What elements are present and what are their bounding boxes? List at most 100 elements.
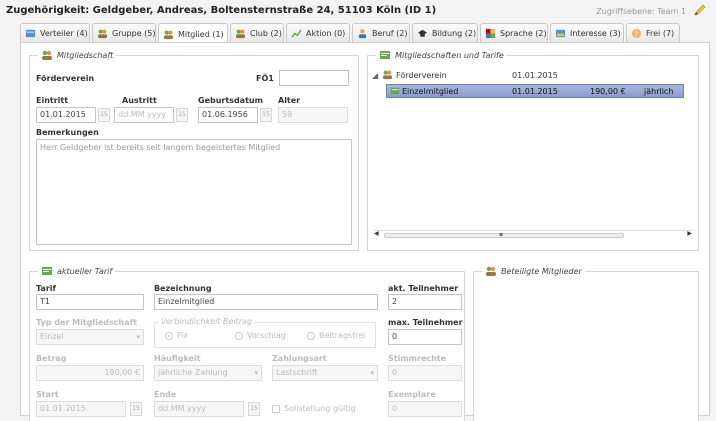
calendar-icon[interactable]: 15 <box>130 402 142 416</box>
radio-vorschlag-label: Vorschlag <box>247 331 286 340</box>
foe1-field[interactable] <box>279 70 349 86</box>
chevron-down-icon: ▾ <box>136 333 140 341</box>
typ-select[interactable]: Einzel ▾ <box>36 329 144 345</box>
start-field[interactable]: 01.01.2015 <box>36 401 126 417</box>
radio-vorschlag[interactable] <box>235 332 243 340</box>
tree-item-frequency: jährlich <box>644 87 674 96</box>
calendar-icon[interactable]: 15 <box>176 108 188 122</box>
tab-label: Interesse (3) <box>570 28 621 38</box>
chart-line-icon <box>291 28 302 38</box>
austritt-field[interactable]: dd.MM.yyyy <box>114 107 174 123</box>
pencil-icon[interactable] <box>692 2 708 18</box>
scroll-grip-icon: ▪ <box>499 231 504 238</box>
distribution-icon <box>25 29 36 37</box>
betrag-label: Betrag <box>36 354 67 363</box>
eintritt-field[interactable]: 01.01.2015 <box>36 107 96 123</box>
tree-item-name[interactable]: Förderverein <box>396 71 447 80</box>
tariff-icon <box>42 267 52 275</box>
alter-field: 59 <box>278 107 348 123</box>
scroll-thumb[interactable] <box>384 233 624 238</box>
austritt-label: Austritt <box>122 96 157 105</box>
tarif-field[interactable]: T1 <box>36 294 144 310</box>
stimmrechte-label: Stimmrechte <box>388 354 447 363</box>
ende-label: Ende <box>154 390 177 399</box>
tab-gruppe[interactable]: Gruppe (5) <box>92 23 156 42</box>
help-icon: ? <box>631 28 642 38</box>
tab-label: Beruf (2) <box>372 28 408 38</box>
tab-label: Mitglied (1) <box>178 29 224 39</box>
members-icon <box>42 50 52 60</box>
tab-aktion[interactable]: Aktion (0) <box>286 23 350 42</box>
tree-expand-icon[interactable]: ◢ <box>372 71 378 80</box>
tree-item-name: Einzelmitglied <box>402 87 459 96</box>
radio-beitragsfrei-label: Beitragsfrei <box>319 331 366 340</box>
haeufigkeit-select[interactable]: jährliche Zahlung ▾ <box>154 365 262 381</box>
participants-panel: Beteiligte Mitglieder <box>473 265 699 421</box>
interest-icon <box>555 29 566 37</box>
stimmrechte-field[interactable]: 0 <box>388 365 462 381</box>
exemplare-field[interactable]: 0 <box>388 401 462 417</box>
tab-verteiler[interactable]: Verteiler (4) <box>20 23 90 42</box>
verbindlichkeit-label: Verbindlichkeit Beitrag <box>159 317 255 326</box>
graduation-cap-icon <box>417 29 428 37</box>
tab-label: Frei (7) <box>646 28 675 38</box>
tree-item-date: 01.01.2015 <box>512 71 558 80</box>
radio-beitragsfrei[interactable] <box>307 332 315 340</box>
tab-bildung[interactable]: Bildung (2) <box>412 23 478 42</box>
calendar-icon[interactable]: 15 <box>260 108 272 122</box>
akt-teilnehmer-field[interactable]: 2 <box>388 294 462 310</box>
participants-legend: Beteiligte Mitglieder <box>482 265 585 277</box>
exemplare-label: Exemplare <box>388 390 436 399</box>
max-teilnehmer-field[interactable]: 0 <box>388 329 462 345</box>
tab-mitglied[interactable]: Mitglied (1) <box>158 23 228 44</box>
tab-label: Club (2) <box>250 28 282 38</box>
typ-select-value: Einzel <box>40 332 64 341</box>
geburtsdatum-field[interactable]: 01.06.1956 <box>198 107 258 123</box>
foerderverein-label: Förderverein <box>36 74 95 83</box>
radio-fix[interactable] <box>165 332 173 340</box>
content-area: Mitgliedschaft Förderverein FÖ1 Eintritt… <box>20 42 710 421</box>
zahlungsart-select[interactable]: Lastschrift ▾ <box>272 365 378 381</box>
tariffs-panel: Mitgliedschaften und Tarife ◢ Fördervere… <box>367 49 699 251</box>
foe1-label: FÖ1 <box>256 74 274 83</box>
calendar-icon[interactable]: 15 <box>98 108 110 122</box>
membership-legend-text: Mitgliedschaft <box>57 50 114 60</box>
tariffs-legend-text: Mitgliedschaften und Tarife <box>395 50 504 60</box>
membership-panel: Mitgliedschaft Förderverein FÖ1 Eintritt… <box>29 49 359 251</box>
tab-bar: Verteiler (4) Gruppe (5) Mitglied (1) Cl… <box>20 23 710 44</box>
svg-text:?: ? <box>635 29 639 38</box>
eintritt-label: Eintritt <box>36 96 69 105</box>
scroll-right-icon[interactable]: ▶ <box>687 230 692 237</box>
scroll-left-icon[interactable]: ◀ <box>374 230 379 237</box>
ende-field[interactable]: dd.MM.yyyy <box>154 401 244 417</box>
tab-club[interactable]: Club (2) <box>230 23 284 42</box>
tariff-icon <box>380 51 390 59</box>
tab-label: Verteiler (4) <box>40 28 88 38</box>
tab-label: Aktion (0) <box>306 28 346 38</box>
tab-beruf[interactable]: Beruf (2) <box>352 23 410 42</box>
haeufigkeit-select-value: jährliche Zahlung <box>158 368 228 377</box>
horizontal-scrollbar[interactable]: ◀ ▪ ▶ <box>374 230 692 240</box>
current-tariff-panel: aktueller Tarif Tarif Bezeichnung akt. T… <box>29 265 465 421</box>
tarif-label: Tarif <box>36 284 56 293</box>
solo-checkbox[interactable] <box>272 405 280 413</box>
tree-item-amount: 190,00 € <box>590 87 626 96</box>
bezeichnung-field[interactable]: Einzelmitglied <box>154 294 378 310</box>
bezeichnung-label: Bezeichnung <box>154 284 212 293</box>
group-icon <box>382 70 393 80</box>
tab-label: Gruppe (5) <box>112 28 156 38</box>
tab-frei[interactable]: ? Frei (7) <box>626 23 680 42</box>
tab-interesse[interactable]: Interesse (3) <box>550 23 624 42</box>
verbindlichkeit-group: Verbindlichkeit Beitrag Fix Vorschlag Be… <box>154 317 376 348</box>
tab-label: Bildung (2) <box>432 28 477 38</box>
current-tariff-legend-text: aktueller Tarif <box>57 266 113 276</box>
tab-sprache[interactable]: Sprache (2) <box>480 23 548 42</box>
page-title: Zugehörigkeit: Geldgeber, Andreas, Bolte… <box>6 5 437 16</box>
betrag-field[interactable]: 190,00 € <box>36 365 144 381</box>
participants-legend-text: Beteiligte Mitglieder <box>501 266 582 276</box>
solo-label: Solistellung gültig <box>284 404 356 413</box>
header-bar: Zugehörigkeit: Geldgeber, Andreas, Bolte… <box>0 0 716 22</box>
bemerkungen-textarea[interactable]: Herr Geldgeber ist bereits seit langem b… <box>36 139 352 245</box>
geburtsdatum-label: Geburtsdatum <box>198 96 263 105</box>
calendar-icon[interactable]: 15 <box>248 402 260 416</box>
